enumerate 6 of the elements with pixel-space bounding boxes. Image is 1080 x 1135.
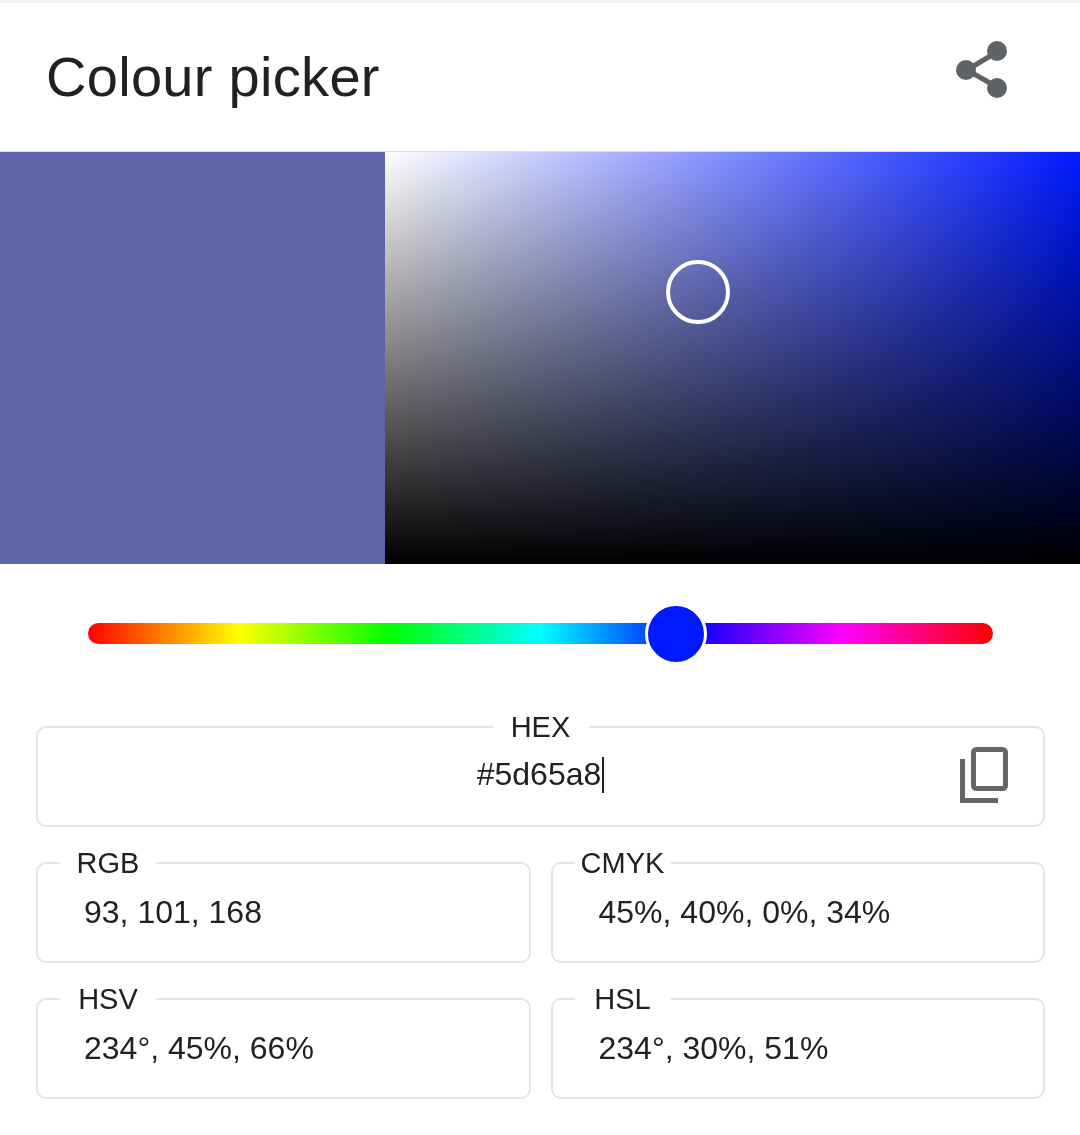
copy-icon[interactable] [960,746,1008,803]
page-title: Colour picker [46,44,380,111]
picker-handle[interactable] [665,260,730,325]
share-icon[interactable] [955,40,1008,98]
hue-slider-track[interactable] [88,603,993,665]
color-gradient-area[interactable] [385,152,1080,564]
